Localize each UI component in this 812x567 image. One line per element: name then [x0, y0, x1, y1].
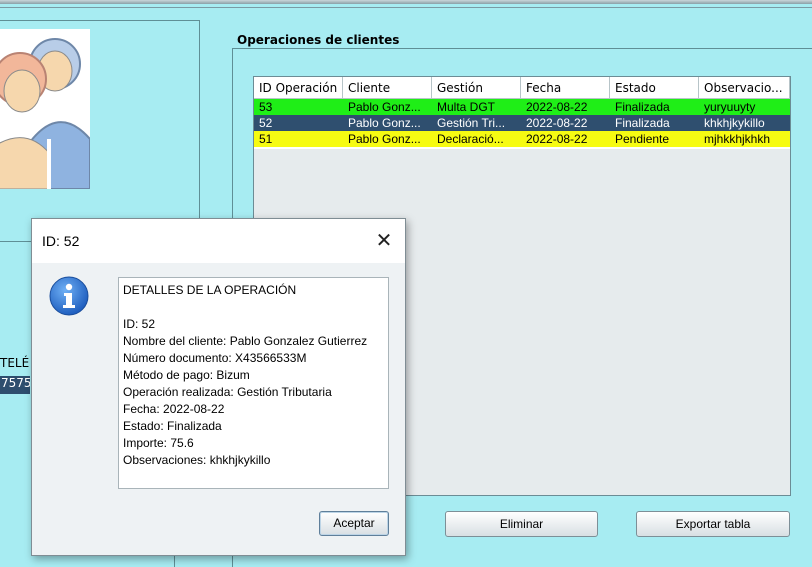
- column-header-gestion[interactable]: Gestión: [432, 77, 521, 99]
- column-header-id[interactable]: ID Operación: [254, 77, 343, 99]
- cell-fecha: 2022-08-22: [526, 132, 588, 146]
- detail-line-fecha: Fecha: 2022-08-22: [123, 402, 225, 416]
- cell-observaciones: mjhkkhjkhkh: [704, 132, 771, 146]
- cell-observaciones: yuryuuyty: [704, 100, 756, 114]
- dialog-body: DETALLES DE LA OPERACIÓN ID: 52 Nombre d…: [32, 263, 405, 555]
- column-header-cliente[interactable]: Cliente: [343, 77, 432, 99]
- cell-estado: Pendiente: [615, 132, 670, 146]
- cell-gestion: Gestión Tri...: [437, 116, 506, 130]
- table-row[interactable]: 52 Pablo Gonz... Gestión Tri... 2022-08-…: [254, 115, 790, 131]
- dialog-title: ID: 52: [42, 233, 80, 249]
- operation-details-dialog: ID: 52 ✕ DETALLES DE LA OPERACIÓN ID: 52…: [31, 218, 406, 556]
- detail-line-importe: Importe: 75.6: [123, 436, 194, 450]
- detail-line-metodo-pago: Método de pago: Bizum: [123, 368, 250, 382]
- detail-line-cliente: Nombre del cliente: Pablo Gonzalez Gutie…: [123, 334, 368, 348]
- cell-cliente: Pablo Gonz...: [348, 100, 421, 114]
- operations-title: Operaciones de clientes: [237, 33, 400, 47]
- info-icon: [49, 276, 89, 316]
- cell-cliente: Pablo Gonz...: [348, 116, 421, 130]
- users-avatar-icon: [0, 29, 90, 189]
- cell-gestion: Declaració...: [437, 132, 504, 146]
- table-header: ID Operación Cliente Gestión Fecha Estad…: [254, 77, 790, 99]
- cell-cliente: Pablo Gonz...: [348, 132, 421, 146]
- details-heading: DETALLES DE LA OPERACIÓN: [123, 283, 297, 297]
- detail-line-estado: Estado: Finalizada: [123, 419, 222, 433]
- cell-observaciones: khkhjkykillo: [704, 116, 765, 130]
- detail-line-observaciones: Observaciones: khkhjkykillo: [123, 453, 271, 467]
- detail-line-operacion: Operación realizada: Gestión Tributaria: [123, 385, 332, 399]
- column-header-estado[interactable]: Estado: [610, 77, 699, 99]
- exportar-tabla-button[interactable]: Exportar tabla: [636, 511, 790, 537]
- telefono-cell-selected[interactable]: 75757: [0, 376, 30, 394]
- dialog-titlebar[interactable]: ID: 52 ✕: [32, 219, 405, 263]
- detail-line-id: ID: 52: [123, 317, 156, 331]
- details-text-area[interactable]: DETALLES DE LA OPERACIÓN ID: 52 Nombre d…: [118, 277, 389, 489]
- window-top-border: [0, 0, 812, 4]
- cell-estado: Finalizada: [615, 116, 670, 130]
- cell-id: 53: [259, 100, 273, 114]
- window-top-divider: [0, 7, 812, 8]
- column-header-fecha[interactable]: Fecha: [521, 77, 610, 99]
- column-header-observaciones[interactable]: Observacio...: [699, 77, 790, 99]
- detail-line-documento: Número documento: X43566533M: [123, 351, 307, 365]
- eliminar-button[interactable]: Eliminar: [445, 511, 598, 537]
- close-icon[interactable]: ✕: [372, 229, 396, 253]
- telefono-column-header[interactable]: TELÉ: [0, 356, 29, 370]
- table-row[interactable]: 51 Pablo Gonz... Declaració... 2022-08-2…: [254, 131, 790, 147]
- cell-id: 51: [259, 132, 273, 146]
- cell-gestion: Multa DGT: [437, 100, 496, 114]
- cell-fecha: 2022-08-22: [526, 116, 588, 130]
- aceptar-button[interactable]: Aceptar: [319, 511, 389, 536]
- cell-fecha: 2022-08-22: [526, 100, 588, 114]
- table-row[interactable]: 53 Pablo Gonz... Multa DGT 2022-08-22 Fi…: [254, 99, 790, 115]
- cell-estado: Finalizada: [615, 100, 670, 114]
- cell-id: 52: [259, 116, 273, 130]
